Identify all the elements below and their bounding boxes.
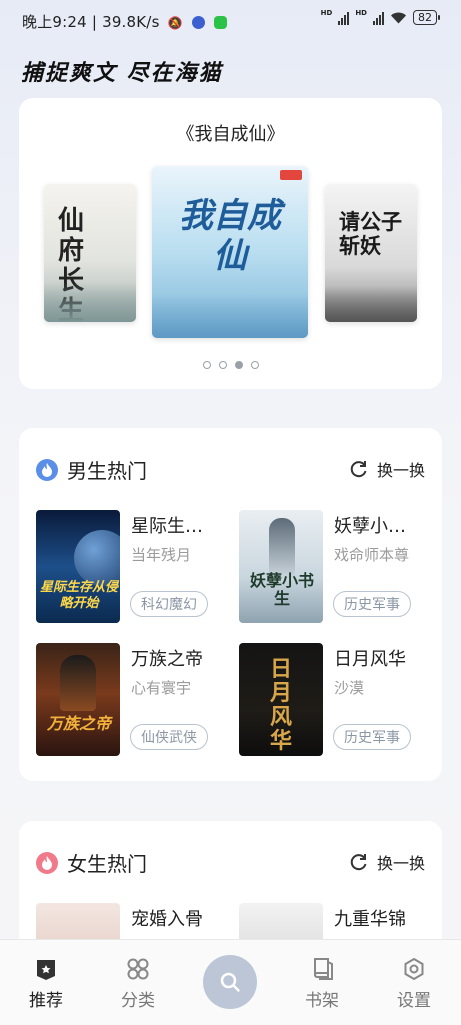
flame-icon — [36, 458, 58, 481]
book-cover: 万族之帝 — [36, 643, 120, 756]
nav-bookshelf[interactable]: 书架 — [292, 956, 352, 1011]
book-item[interactable]: 万族之帝 万族之帝 心有寰宇 仙侠武侠 — [36, 643, 236, 758]
mountain-graphic — [325, 286, 417, 322]
bookshelf-icon — [314, 958, 333, 980]
refresh-label: 换一换 — [376, 854, 425, 873]
book-title: 妖孽小… — [334, 516, 406, 537]
mist-graphic — [152, 293, 308, 338]
book-title: 日月风华 — [334, 649, 406, 670]
status-bar: 晚上9:24 | 39.8K/s 🔕 HD HD 82 — [0, 0, 461, 40]
genre-tag[interactable]: 科幻魔幻 — [130, 591, 208, 617]
refresh-button[interactable]: 换一换 — [349, 457, 425, 481]
wifi-icon — [391, 12, 406, 24]
book-author: 戏命师本尊 — [334, 546, 410, 564]
carousel-dot-active[interactable] — [234, 361, 243, 369]
book-author: 心有寰宇 — [131, 679, 192, 697]
settings-icon — [404, 957, 424, 981]
nav-recommend[interactable]: 推荐 — [16, 956, 76, 1011]
carousel-dot[interactable] — [250, 361, 259, 369]
hd-icon: HD — [355, 9, 367, 17]
refresh-button[interactable]: 换一换 — [349, 850, 425, 874]
search-icon — [220, 972, 240, 992]
carousel-dot[interactable] — [218, 361, 227, 369]
book-author: 当年残月 — [131, 546, 192, 564]
carousel-dot[interactable] — [202, 361, 211, 369]
carousel-cover-center[interactable]: 我自成仙 — [152, 166, 308, 338]
section-title: 女生热门 — [67, 852, 147, 876]
mountain-graphic — [44, 282, 136, 322]
signal-icon — [338, 11, 350, 25]
hd-icon: HD — [320, 9, 333, 17]
genre-tag[interactable]: 历史军事 — [333, 591, 411, 617]
recommend-icon — [37, 960, 55, 980]
search-button[interactable] — [203, 955, 257, 1009]
refresh-label: 换一换 — [376, 461, 425, 480]
cover-text: 万族之帝 — [46, 714, 111, 733]
genre-tag[interactable]: 仙侠武侠 — [130, 724, 208, 750]
book-cover: 妖孽小书生 — [239, 510, 323, 623]
book-cover: 日月风华 — [239, 643, 323, 756]
carousel-indicator — [19, 361, 442, 369]
battery-indicator: 82 — [413, 10, 440, 25]
book-title: 宠婚入骨 — [131, 909, 203, 930]
refresh-icon — [350, 461, 367, 478]
book-item[interactable]: 日月风华 日月风华 沙漠 历史军事 — [239, 643, 439, 758]
cover-text: 日月风华 — [269, 656, 292, 754]
book-cover: 星际生存从侵略开始 — [36, 510, 120, 623]
flame-icon — [36, 851, 58, 874]
book-author: 沙漠 — [334, 679, 365, 697]
wechat-icon — [213, 16, 227, 29]
book-item[interactable]: 星际生存从侵略开始 星际生… 当年残月 科幻魔幻 — [36, 510, 236, 625]
section-title: 男生热门 — [67, 459, 147, 483]
book-item[interactable]: 妖孽小书生 妖孽小… 戏命师本尊 历史军事 — [239, 510, 439, 625]
genre-tag[interactable]: 历史军事 — [333, 724, 411, 750]
cover-text: 妖孽小书生 — [249, 571, 314, 608]
featured-title: 《我自成仙》 — [176, 124, 285, 145]
bottom-nav: 推荐 分类 书架 设置 — [0, 939, 461, 1025]
male-hot-section: 男生热门 换一换 星际生存从侵略开始 星际生… 当年残月 科幻魔幻 妖孽小书生 … — [19, 428, 442, 781]
nav-settings[interactable]: 设置 — [384, 956, 444, 1011]
app-notification-icon — [191, 16, 205, 29]
signal-icon — [373, 11, 384, 25]
featured-carousel[interactable]: 《我自成仙》 仙府长生 我自成仙 请公子斩妖 — [19, 98, 442, 389]
cover-badge — [280, 170, 302, 180]
figure-graphic — [60, 655, 96, 711]
slogan: 捕捉爽文 尽在海猫 — [21, 61, 223, 86]
nav-category[interactable]: 分类 — [108, 956, 168, 1011]
carousel-cover-right[interactable]: 请公子斩妖 — [325, 184, 417, 322]
alarm-off-icon: 🔕 — [167, 16, 183, 30]
cover-text: 星际生存从侵略开始 — [40, 580, 119, 611]
book-title: 万族之帝 — [131, 649, 203, 670]
refresh-icon — [350, 854, 367, 871]
status-time: 晚上9:24 | 39.8K/s — [22, 13, 160, 31]
category-icon — [127, 958, 149, 980]
cover-title: 我自成仙 — [179, 196, 281, 276]
book-title: 九重华锦 — [334, 909, 406, 930]
planet-graphic — [74, 530, 120, 586]
book-title: 星际生… — [131, 516, 203, 537]
carousel-cover-left[interactable]: 仙府长生 — [44, 184, 136, 322]
cover-title: 请公子斩妖 — [339, 209, 402, 258]
